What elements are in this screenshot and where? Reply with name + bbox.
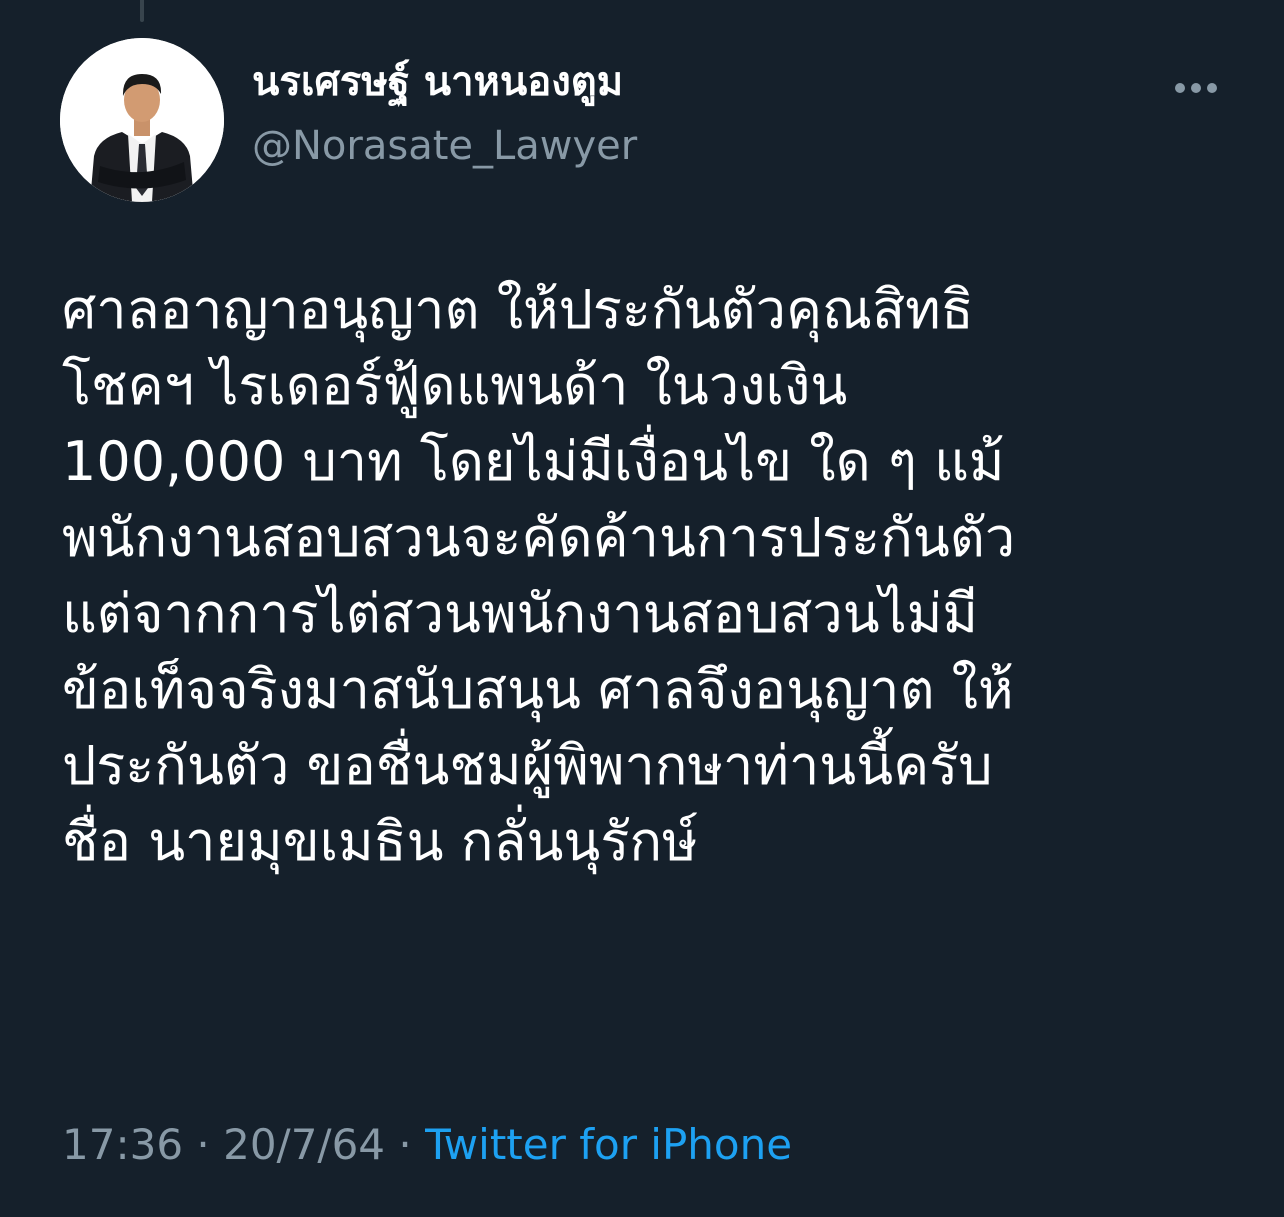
- more-options-button[interactable]: [1168, 70, 1224, 106]
- thread-connector-line: [140, 0, 144, 22]
- tweet-text-line: ชื่อ นายมุขเมธิน กลั่นนุรักษ์: [62, 810, 698, 873]
- tweet-source-link[interactable]: Twitter for iPhone: [425, 1120, 792, 1169]
- tweet-text-line: พนักงานสอบสวนจะคัดค้านการประกันตัว: [62, 506, 1016, 569]
- author-handle[interactable]: @Norasate_Lawyer: [252, 126, 637, 166]
- tweet-text-line: ศาลอาญาอนุญาต ให้ประกันตัวคุณสิทธิ: [62, 278, 974, 341]
- ellipsis-horizontal-icon: [1175, 83, 1217, 93]
- tweet-body: ศาลอาญาอนุญาต ให้ประกันตัวคุณสิทธิ โชคฯ …: [62, 272, 1242, 880]
- tweet-text-line: โชคฯ ไรเดอร์ฟู้ดแพนด้า ในวงเงิน: [62, 354, 848, 417]
- tweet-text-line: ประกันตัว ขอชื่นชมผู้พิพากษาท่านนี้ครับ: [62, 734, 993, 797]
- author-avatar[interactable]: [60, 38, 224, 202]
- author-display-name[interactable]: นรเศรษฐ์ นาหนองตูม: [252, 62, 623, 102]
- tweet-text-line: แต่จากการไต่สวนพนักงานสอบสวนไม่มี: [62, 582, 978, 645]
- tweet-time[interactable]: 17:36: [62, 1120, 183, 1169]
- tweet-date[interactable]: 20/7/64: [223, 1120, 385, 1169]
- tweet-text-line: ข้อเท็จจริงมาสนับสนุน ศาลจึงอนุญาต ให้: [62, 658, 1014, 721]
- meta-separator: ·: [385, 1120, 426, 1169]
- profile-photo-icon: [60, 38, 224, 202]
- tweet-metadata: 17:36 · 20/7/64 · Twitter for iPhone: [62, 1124, 792, 1166]
- meta-separator: ·: [183, 1120, 224, 1169]
- tweet-text-line: 100,000 บาท โดยไม่มีเงื่อนไข ใด ๆ แม้: [62, 430, 1005, 493]
